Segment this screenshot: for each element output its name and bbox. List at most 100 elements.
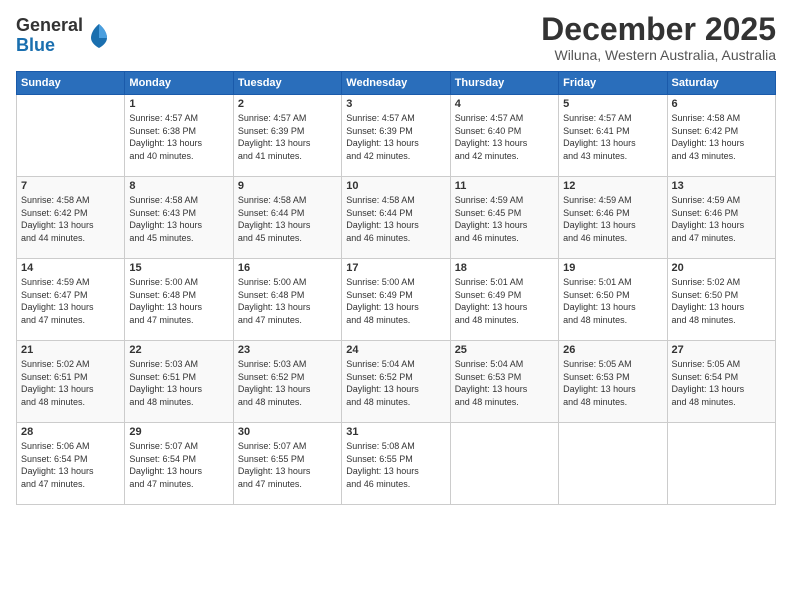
day-number: 1 [129, 98, 228, 110]
day-number: 3 [346, 98, 445, 110]
day-cell: 17 Sunrise: 5:00 AM Sunset: 6:49 PM Dayli… [342, 259, 450, 341]
day-info: Sunrise: 4:59 AM Sunset: 6:46 PM Dayligh… [563, 194, 662, 244]
day-number: 31 [346, 426, 445, 438]
logo-icon [85, 22, 113, 50]
calendar-table: Sunday Monday Tuesday Wednesday Thursday… [16, 71, 776, 505]
day-info: Sunrise: 5:01 AM Sunset: 6:50 PM Dayligh… [563, 276, 662, 326]
day-cell: 1 Sunrise: 4:57 AM Sunset: 6:38 PM Daylig… [125, 95, 233, 177]
day-cell: 26Sunrise: 5:05 AM Sunset: 6:53 PM Dayli… [559, 341, 667, 423]
day-info: Sunrise: 5:05 AM Sunset: 6:54 PM Dayligh… [672, 358, 771, 408]
calendar-title: December 2025 [541, 12, 776, 47]
day-number: 30 [238, 426, 337, 438]
day-cell: 3Sunrise: 4:57 AM Sunset: 6:39 PM Daylig… [342, 95, 450, 177]
day-number: 19 [563, 262, 662, 274]
day-number: 24 [346, 344, 445, 356]
day-cell: 13 Sunrise: 4:59 AM Sunset: 6:46 PM Dayli… [667, 177, 775, 259]
calendar-page: General Blue December 2025 Wiluna, Weste… [0, 0, 792, 612]
day-cell: 7Sunrise: 4:58 AM Sunset: 6:42 PM Daylig… [17, 177, 125, 259]
day-cell [667, 423, 775, 505]
day-info: Sunrise: 5:03 AM Sunset: 6:52 PM Dayligh… [238, 358, 337, 408]
day-info: Sunrise: 5:01 AM Sunset: 6:49 PM Dayligh… [455, 276, 554, 326]
logo-general: General [16, 15, 83, 35]
day-cell: 20Sunrise: 5:02 AM Sunset: 6:50 PM Dayli… [667, 259, 775, 341]
day-info: Sunrise: 5:00 AM Sunset: 6:48 PM Dayligh… [238, 276, 337, 326]
day-number: 21 [21, 344, 120, 356]
day-info: Sunrise: 5:00 AM Sunset: 6:48 PM Dayligh… [129, 276, 228, 326]
day-number: 15 [129, 262, 228, 274]
day-number: 9 [238, 180, 337, 192]
day-info: Sunrise: 5:00 AM Sunset: 6:49 PM Dayligh… [346, 276, 445, 326]
day-cell: 24 Sunrise: 5:04 AM Sunset: 6:52 PM Dayli… [342, 341, 450, 423]
day-info: Sunrise: 4:57 AM Sunset: 6:40 PM Dayligh… [455, 112, 554, 162]
day-number: 13 [672, 180, 771, 192]
day-info: Sunrise: 4:58 AM Sunset: 6:44 PM Dayligh… [238, 194, 337, 244]
day-number: 4 [455, 98, 554, 110]
day-number: 29 [129, 426, 228, 438]
header-saturday: Saturday [667, 72, 775, 95]
day-cell: 11Sunrise: 4:59 AM Sunset: 6:45 PM Dayli… [450, 177, 558, 259]
day-cell [559, 423, 667, 505]
day-info: Sunrise: 5:02 AM Sunset: 6:50 PM Dayligh… [672, 276, 771, 326]
day-info: Sunrise: 4:59 AM Sunset: 6:45 PM Dayligh… [455, 194, 554, 244]
day-info: Sunrise: 4:57 AM Sunset: 6:39 PM Dayligh… [238, 112, 337, 162]
day-number: 22 [129, 344, 228, 356]
day-info: Sunrise: 5:07 AM Sunset: 6:55 PM Dayligh… [238, 440, 337, 490]
day-cell [17, 95, 125, 177]
logo-blue: Blue [16, 35, 55, 55]
day-cell: 22Sunrise: 5:03 AM Sunset: 6:51 PM Dayli… [125, 341, 233, 423]
header-wednesday: Wednesday [342, 72, 450, 95]
day-info: Sunrise: 4:58 AM Sunset: 6:44 PM Dayligh… [346, 194, 445, 244]
day-number: 26 [563, 344, 662, 356]
day-number: 16 [238, 262, 337, 274]
day-number: 28 [21, 426, 120, 438]
day-cell: 21 Sunrise: 5:02 AM Sunset: 6:51 PM Dayli… [17, 341, 125, 423]
week-row-1: 1 Sunrise: 4:57 AM Sunset: 6:38 PM Daylig… [17, 95, 776, 177]
day-number: 10 [346, 180, 445, 192]
day-info: Sunrise: 4:59 AM Sunset: 6:46 PM Dayligh… [672, 194, 771, 244]
day-number: 27 [672, 344, 771, 356]
day-cell: 31Sunrise: 5:08 AM Sunset: 6:55 PM Dayli… [342, 423, 450, 505]
day-info: Sunrise: 4:57 AM Sunset: 6:41 PM Dayligh… [563, 112, 662, 162]
day-number: 25 [455, 344, 554, 356]
day-cell: 5 Sunrise: 4:57 AM Sunset: 6:41 PM Daylig… [559, 95, 667, 177]
calendar-subtitle: Wiluna, Western Australia, Australia [541, 47, 776, 63]
day-cell [450, 423, 558, 505]
day-cell: 9 Sunrise: 4:58 AM Sunset: 6:44 PM Daylig… [233, 177, 341, 259]
day-info: Sunrise: 5:02 AM Sunset: 6:51 PM Dayligh… [21, 358, 120, 408]
day-cell: 2 Sunrise: 4:57 AM Sunset: 6:39 PM Daylig… [233, 95, 341, 177]
day-cell: 4 Sunrise: 4:57 AM Sunset: 6:40 PM Daylig… [450, 95, 558, 177]
day-info: Sunrise: 5:04 AM Sunset: 6:53 PM Dayligh… [455, 358, 554, 408]
day-info: Sunrise: 4:59 AM Sunset: 6:47 PM Dayligh… [21, 276, 120, 326]
header: General Blue December 2025 Wiluna, Weste… [16, 12, 776, 63]
day-cell: 30 Sunrise: 5:07 AM Sunset: 6:55 PM Dayli… [233, 423, 341, 505]
week-row-2: 7Sunrise: 4:58 AM Sunset: 6:42 PM Daylig… [17, 177, 776, 259]
header-tuesday: Tuesday [233, 72, 341, 95]
day-number: 23 [238, 344, 337, 356]
day-number: 5 [563, 98, 662, 110]
logo: General Blue [16, 16, 113, 56]
day-number: 2 [238, 98, 337, 110]
day-info: Sunrise: 4:58 AM Sunset: 6:43 PM Dayligh… [129, 194, 228, 244]
day-number: 7 [21, 180, 120, 192]
day-info: Sunrise: 5:04 AM Sunset: 6:52 PM Dayligh… [346, 358, 445, 408]
day-cell: 16 Sunrise: 5:00 AM Sunset: 6:48 PM Dayli… [233, 259, 341, 341]
week-row-4: 21 Sunrise: 5:02 AM Sunset: 6:51 PM Dayli… [17, 341, 776, 423]
day-info: Sunrise: 5:07 AM Sunset: 6:54 PM Dayligh… [129, 440, 228, 490]
day-cell: 15 Sunrise: 5:00 AM Sunset: 6:48 PM Dayli… [125, 259, 233, 341]
day-number: 8 [129, 180, 228, 192]
header-row: Sunday Monday Tuesday Wednesday Thursday… [17, 72, 776, 95]
day-cell: 27 Sunrise: 5:05 AM Sunset: 6:54 PM Dayli… [667, 341, 775, 423]
week-row-5: 28Sunrise: 5:06 AM Sunset: 6:54 PM Dayli… [17, 423, 776, 505]
day-cell: 14Sunrise: 4:59 AM Sunset: 6:47 PM Dayli… [17, 259, 125, 341]
day-info: Sunrise: 4:58 AM Sunset: 6:42 PM Dayligh… [672, 112, 771, 162]
day-cell: 28Sunrise: 5:06 AM Sunset: 6:54 PM Dayli… [17, 423, 125, 505]
title-block: December 2025 Wiluna, Western Australia,… [541, 12, 776, 63]
day-number: 17 [346, 262, 445, 274]
day-info: Sunrise: 4:57 AM Sunset: 6:38 PM Dayligh… [129, 112, 228, 162]
day-cell: 8 Sunrise: 4:58 AM Sunset: 6:43 PM Daylig… [125, 177, 233, 259]
day-cell: 12 Sunrise: 4:59 AM Sunset: 6:46 PM Dayli… [559, 177, 667, 259]
day-cell: 6Sunrise: 4:58 AM Sunset: 6:42 PM Daylig… [667, 95, 775, 177]
day-number: 12 [563, 180, 662, 192]
day-cell: 10 Sunrise: 4:58 AM Sunset: 6:44 PM Dayli… [342, 177, 450, 259]
day-cell: 25 Sunrise: 5:04 AM Sunset: 6:53 PM Dayli… [450, 341, 558, 423]
